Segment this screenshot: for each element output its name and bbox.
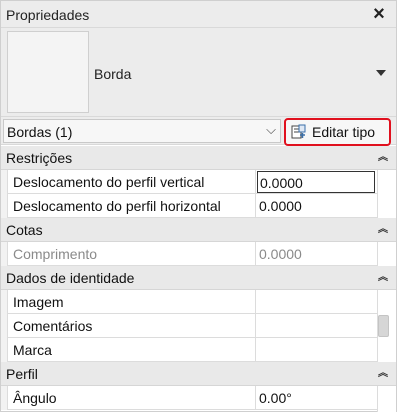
- property-value-field[interactable]: 0.0000: [256, 194, 377, 218]
- group-restricoes[interactable]: Restrições ︽: [1, 146, 396, 170]
- row-indent: [1, 338, 8, 362]
- chevron-down-icon: ⌵: [266, 122, 276, 137]
- collapse-icon[interactable]: ︽: [378, 148, 388, 163]
- group-cotas[interactable]: Cotas ︽: [1, 218, 396, 242]
- property-row[interactable]: Deslocamento do perfil vertical 0.0000: [1, 170, 377, 194]
- instance-filter-label: Bordas (1): [7, 124, 73, 140]
- scrollbar-track[interactable]: [377, 242, 396, 266]
- type-selector[interactable]: Borda: [1, 28, 396, 117]
- edit-type-button[interactable]: Editar tipo: [284, 118, 391, 146]
- property-name: Comentários: [13, 318, 93, 334]
- property-name: Imagem: [13, 294, 64, 310]
- row-indent: [1, 170, 8, 194]
- panel-titlebar: Propriedades ×: [1, 1, 396, 28]
- property-value-field[interactable]: [256, 290, 377, 314]
- property-name: Deslocamento do perfil horizontal: [13, 198, 221, 214]
- edit-type-icon: [291, 124, 307, 140]
- properties-panel: Propriedades × Borda Bordas (1) ⌵ Editar…: [0, 0, 397, 412]
- property-row[interactable]: Marca: [1, 338, 377, 362]
- scrollbar-track[interactable]: [377, 170, 396, 218]
- row-indent: [1, 314, 8, 338]
- group-label: Dados de identidade: [6, 270, 135, 286]
- group-label: Perfil: [6, 366, 38, 382]
- row-indent: [1, 194, 8, 218]
- close-icon[interactable]: ×: [369, 4, 389, 24]
- filter-row: Bordas (1) ⌵ Editar tipo: [1, 117, 396, 146]
- group-label: Restrições: [6, 150, 73, 166]
- column-divider: [255, 170, 256, 194]
- row-indent: [1, 386, 8, 410]
- scrollbar-thumb[interactable]: [378, 315, 389, 337]
- instance-filter-dropdown[interactable]: Bordas (1) ⌵: [3, 119, 281, 143]
- property-grid: Restrições ︽ Deslocamento do perfil vert…: [1, 146, 396, 412]
- property-value-field[interactable]: 0.00°: [256, 386, 377, 410]
- property-value: 0.00°: [259, 390, 292, 406]
- type-dropdown-icon[interactable]: [376, 70, 386, 76]
- property-name: Marca: [13, 342, 52, 358]
- group-dados-de-identidade[interactable]: Dados de identidade ︽: [1, 266, 396, 290]
- collapse-icon[interactable]: ︽: [378, 220, 388, 235]
- row-indent: [1, 242, 8, 266]
- panel-title: Propriedades: [6, 7, 90, 23]
- type-name: Borda: [94, 66, 132, 82]
- property-value-field[interactable]: [256, 338, 377, 362]
- edit-type-label: Editar tipo: [312, 124, 376, 140]
- property-value-field[interactable]: 0.0000: [257, 171, 375, 193]
- scrollbar-track[interactable]: [377, 386, 396, 412]
- property-row[interactable]: Comentários: [1, 314, 377, 338]
- property-value: 0.0000: [260, 175, 303, 191]
- property-value-field[interactable]: [256, 314, 377, 338]
- group-perfil[interactable]: Perfil ︽: [1, 362, 396, 386]
- property-row[interactable]: Imagem: [1, 290, 377, 314]
- property-value-field: 0.0000: [256, 242, 377, 266]
- property-name: Deslocamento do perfil vertical: [13, 174, 205, 190]
- group-label: Cotas: [6, 222, 43, 238]
- property-row: Comprimento 0.0000: [1, 242, 377, 266]
- property-value: 0.0000: [259, 246, 302, 262]
- property-row[interactable]: Ângulo 0.00°: [1, 386, 377, 410]
- property-name: Comprimento: [13, 246, 98, 262]
- type-preview-image: [7, 31, 89, 113]
- collapse-icon[interactable]: ︽: [378, 364, 388, 379]
- property-name: Ângulo: [13, 390, 57, 406]
- collapse-icon[interactable]: ︽: [378, 268, 388, 283]
- row-indent: [1, 290, 8, 314]
- property-value: 0.0000: [259, 198, 302, 214]
- property-row[interactable]: Deslocamento do perfil horizontal 0.0000: [1, 194, 377, 218]
